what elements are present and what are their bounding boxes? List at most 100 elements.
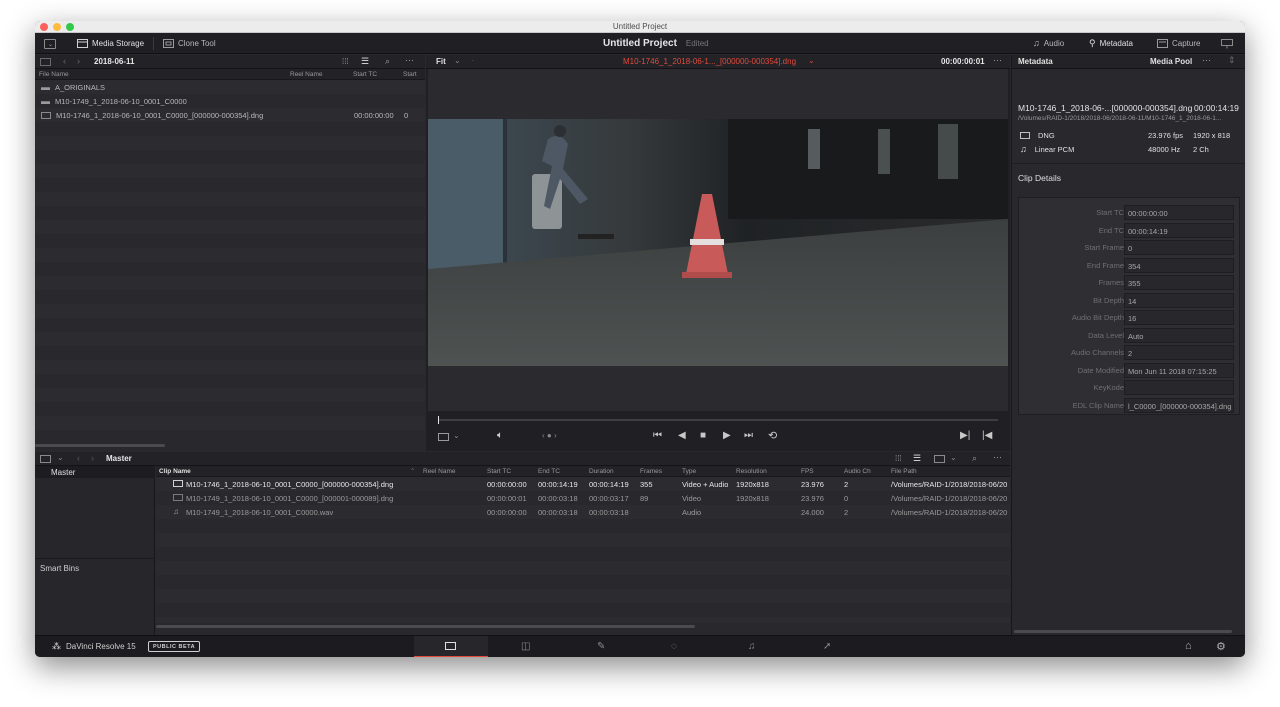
viewer-canvas[interactable] (428, 69, 1008, 411)
column-file-path[interactable]: File Path (891, 468, 917, 475)
list-view-icon[interactable]: ☰ (913, 453, 921, 464)
field-value[interactable]: Mon Jun 11 2018 07:15:25 (1124, 362, 1234, 378)
field-value[interactable]: 2 (1124, 345, 1234, 360)
home-icon[interactable]: ⌂ (1185, 640, 1192, 652)
end-tc-cell: 00:00:03:18 (538, 493, 578, 503)
search-icon[interactable]: ⌕ (385, 56, 390, 67)
grid-view-icon[interactable]: ⁞⁞⁞ (342, 57, 349, 66)
go-to-start-icon[interactable]: ⏮︎ (653, 430, 662, 441)
fusion-page-icon[interactable]: ◌ (671, 641, 677, 652)
sort-ascending-icon[interactable]: ⌃ (410, 467, 415, 475)
column-file-name[interactable]: File Name (39, 71, 69, 78)
horizontal-scrollbar[interactable] (35, 444, 165, 447)
play-reverse-icon[interactable]: ◀︎ (678, 430, 686, 441)
forward-icon[interactable]: › (91, 453, 94, 463)
column-reel-name[interactable]: Reel Name (290, 71, 323, 78)
column-fps[interactable]: FPS (801, 468, 814, 475)
jog-icon[interactable]: ‹ ● › (542, 431, 557, 440)
list-item[interactable]: ▬ M10-1749_1_2018-06-10_0001_C0000 (41, 94, 187, 108)
field-value[interactable]: l_C0000_[000000-000354].dng (1124, 397, 1234, 413)
column-frames[interactable]: Frames (640, 468, 662, 475)
column-start[interactable]: Start (403, 71, 417, 78)
fairlight-page-icon[interactable]: ♫ (748, 641, 756, 652)
table-row[interactable]: M10-1746_1_2018-06-10_0001_C0000_[000000… (156, 477, 1010, 491)
scrubber-track[interactable] (438, 419, 998, 421)
horizontal-scrollbar[interactable] (156, 625, 695, 628)
speaker-icon[interactable]: 🔈︎ (497, 430, 503, 441)
field-value[interactable]: 354 (1124, 257, 1234, 273)
sidebar-toggle-icon[interactable] (40, 455, 51, 463)
media-storage-button[interactable]: Media Storage (77, 33, 144, 54)
thumbnail-size-icon[interactable] (934, 455, 945, 463)
zoom-dropdown[interactable]: Fit (436, 57, 446, 66)
chevron-down-icon[interactable]: ⌄ (950, 453, 957, 462)
gear-icon[interactable]: ⚙ (1216, 640, 1226, 653)
list-item[interactable]: ▬ A_ORIGINALS (41, 80, 105, 94)
forward-icon[interactable]: › (77, 56, 80, 66)
column-reel-name[interactable]: Reel Name (423, 468, 456, 475)
chevron-down-icon[interactable]: ⌄ (57, 453, 64, 462)
column-end-tc[interactable]: End TC (538, 468, 560, 475)
search-icon[interactable]: ⌕ (972, 453, 977, 464)
toolbar-divider (153, 37, 154, 50)
color-page-icon[interactable]: ✎ (597, 641, 605, 652)
mark-out-icon[interactable]: ▶︎| (960, 430, 970, 441)
more-options-icon[interactable]: ⋯ (993, 452, 1002, 463)
list-view-icon[interactable]: ☰ (361, 56, 369, 67)
viewer-mode-icon[interactable] (438, 433, 449, 441)
media-pool-tab[interactable]: Media Pool (1150, 57, 1192, 66)
chevron-down-icon[interactable]: ⌄ (454, 56, 461, 65)
more-options-icon[interactable]: ⋯ (405, 55, 414, 66)
grid-view-icon[interactable]: ⁞⁞⁞ (895, 454, 902, 463)
bin-item-master[interactable]: Master (35, 466, 155, 478)
loop-icon[interactable]: ⟲ (768, 429, 777, 442)
metadata-tab[interactable]: Metadata (1018, 57, 1053, 66)
viewer-clip-name[interactable]: M10-1746_1_2018-06-1..._[000000-000354].… (623, 57, 796, 66)
current-bin: Master (106, 454, 132, 463)
horizontal-scrollbar[interactable] (1014, 630, 1232, 633)
go-to-end-icon[interactable]: ⏭︎ (744, 430, 753, 441)
field-value[interactable]: 00:00:14:19 (1124, 222, 1234, 238)
chevron-down-icon[interactable]: ⌄ (808, 56, 815, 65)
column-type[interactable]: Type (682, 468, 696, 475)
field-value[interactable]: 0 (1124, 240, 1234, 255)
deliver-page-icon[interactable]: ➚ (823, 641, 831, 652)
sidebar-toggle-icon[interactable] (40, 58, 51, 66)
clone-tool-button[interactable]: Clone Tool (163, 33, 216, 54)
smart-bins-heading[interactable]: Smart Bins (40, 564, 79, 573)
list-item[interactable]: M10-1746_1_2018-06-10_0001_C0000_[000000… (41, 108, 425, 122)
mark-in-icon[interactable]: |◀︎ (982, 430, 992, 441)
back-icon[interactable]: ‹ (77, 453, 80, 463)
chevron-down-icon[interactable]: ⌄ (453, 431, 460, 440)
field-value[interactable] (1124, 380, 1234, 395)
monitor-icon (1221, 38, 1233, 48)
column-audio-ch[interactable]: Audio Ch (844, 468, 871, 475)
back-icon[interactable]: ‹ (63, 56, 66, 66)
edit-page-icon[interactable]: ◫ (521, 641, 530, 652)
stop-icon[interactable]: ■ (700, 430, 706, 441)
column-start-tc[interactable]: Start TC (487, 468, 511, 475)
column-resolution[interactable]: Resolution (736, 468, 767, 475)
table-row[interactable]: M10-1749_1_2018-06-10_0001_C0000_[000001… (156, 491, 1010, 505)
fullscreen-button[interactable] (1221, 33, 1233, 54)
play-icon[interactable]: ▶︎ (723, 430, 731, 441)
field-value[interactable]: 00:00:00:00 (1124, 205, 1234, 220)
field-value[interactable]: 16 (1124, 310, 1234, 325)
audio-button[interactable]: ♫ Audio (1033, 33, 1064, 54)
field-value[interactable]: 355 (1124, 275, 1234, 290)
column-start-tc[interactable]: Start TC (353, 71, 377, 78)
table-row[interactable]: ♫ M10-1749_1_2018-06-10_0001_C0000.wav 00:… (156, 505, 1010, 519)
viewer-timecode[interactable]: 00:00:00:01 (941, 57, 985, 66)
panel-toggle-button[interactable]: ⌄ (44, 33, 56, 54)
playhead[interactable] (438, 416, 439, 424)
capture-button[interactable]: Capture (1157, 33, 1200, 54)
collapse-icon[interactable]: ⇕ (1228, 55, 1236, 66)
more-options-icon[interactable]: ⋯ (993, 55, 1002, 66)
media-page-tab[interactable] (414, 636, 488, 657)
column-clip-name[interactable]: Clip Name (159, 468, 191, 475)
column-duration[interactable]: Duration (589, 468, 614, 475)
more-options-icon[interactable]: ⋯ (1202, 55, 1211, 66)
field-value[interactable]: 14 (1124, 292, 1234, 308)
field-value[interactable]: Auto (1124, 327, 1234, 343)
metadata-button[interactable]: ⚲ Metadata (1089, 33, 1133, 54)
